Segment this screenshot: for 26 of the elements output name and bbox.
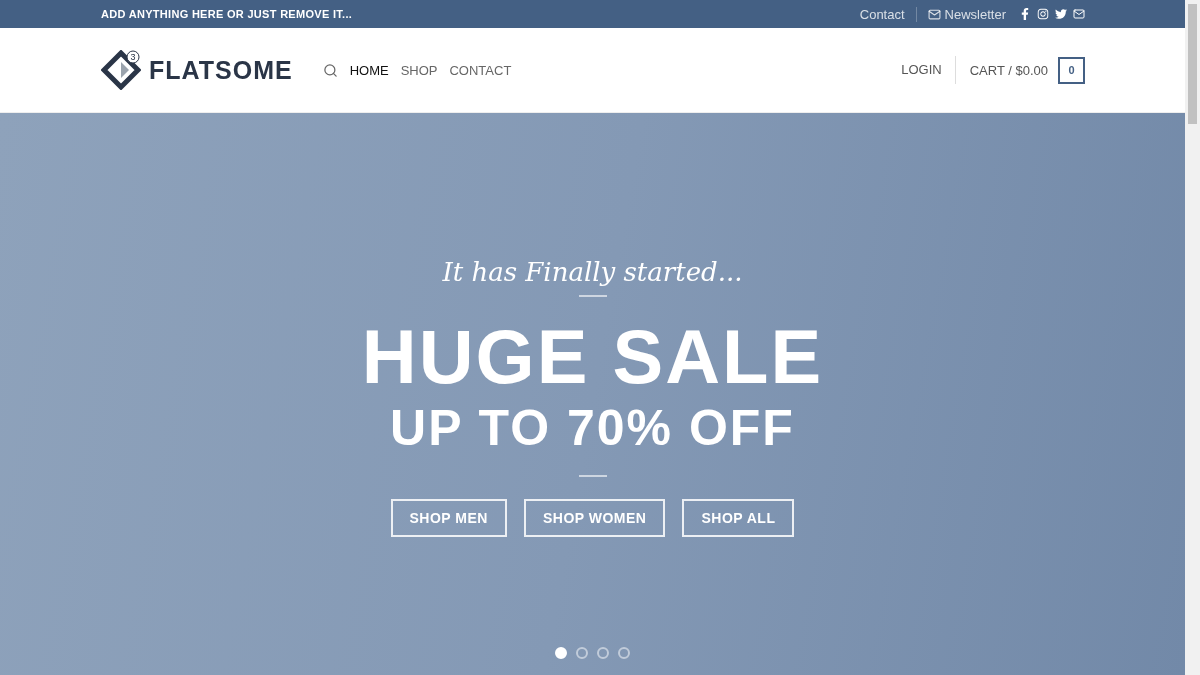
hero-kicker: It has Finally started... [442, 257, 743, 287]
instagram-icon[interactable] [1037, 8, 1049, 20]
facebook-icon[interactable] [1019, 8, 1031, 20]
login-link[interactable]: LOGIN [901, 56, 956, 84]
shop-button[interactable]: SHOP ALL [682, 498, 795, 537]
cart-count[interactable]: 0 [1058, 56, 1085, 84]
hero-subtitle: UP TO 70% OFF [390, 398, 795, 457]
logo-text[interactable]: FLATSOME [149, 55, 293, 85]
slider-dot[interactable] [597, 647, 609, 659]
nav-link[interactable]: SHOP [400, 62, 438, 78]
mail-icon [927, 7, 941, 21]
hero-title: HUGE SALE [361, 315, 824, 399]
mail-icon[interactable] [1073, 8, 1085, 20]
slider-dot[interactable] [576, 647, 588, 659]
top-link[interactable]: Newsletter [915, 6, 1017, 22]
cart-link[interactable]: CART / $0.00 [969, 62, 1048, 78]
slider-dot[interactable] [618, 647, 630, 659]
search-icon[interactable] [322, 62, 338, 78]
twitter-icon[interactable] [1055, 8, 1067, 20]
logo-icon: 3 [101, 50, 141, 90]
top-link[interactable]: Contact [848, 6, 916, 22]
slider-dot[interactable] [555, 647, 567, 659]
nav-link[interactable]: HOME [349, 62, 389, 78]
top-bar-message: ADD ANYTHING HERE OR JUST REMOVE IT... [101, 8, 354, 20]
scrollbar[interactable] [1185, 0, 1200, 675]
nav-link[interactable]: CONTACT [449, 62, 512, 78]
